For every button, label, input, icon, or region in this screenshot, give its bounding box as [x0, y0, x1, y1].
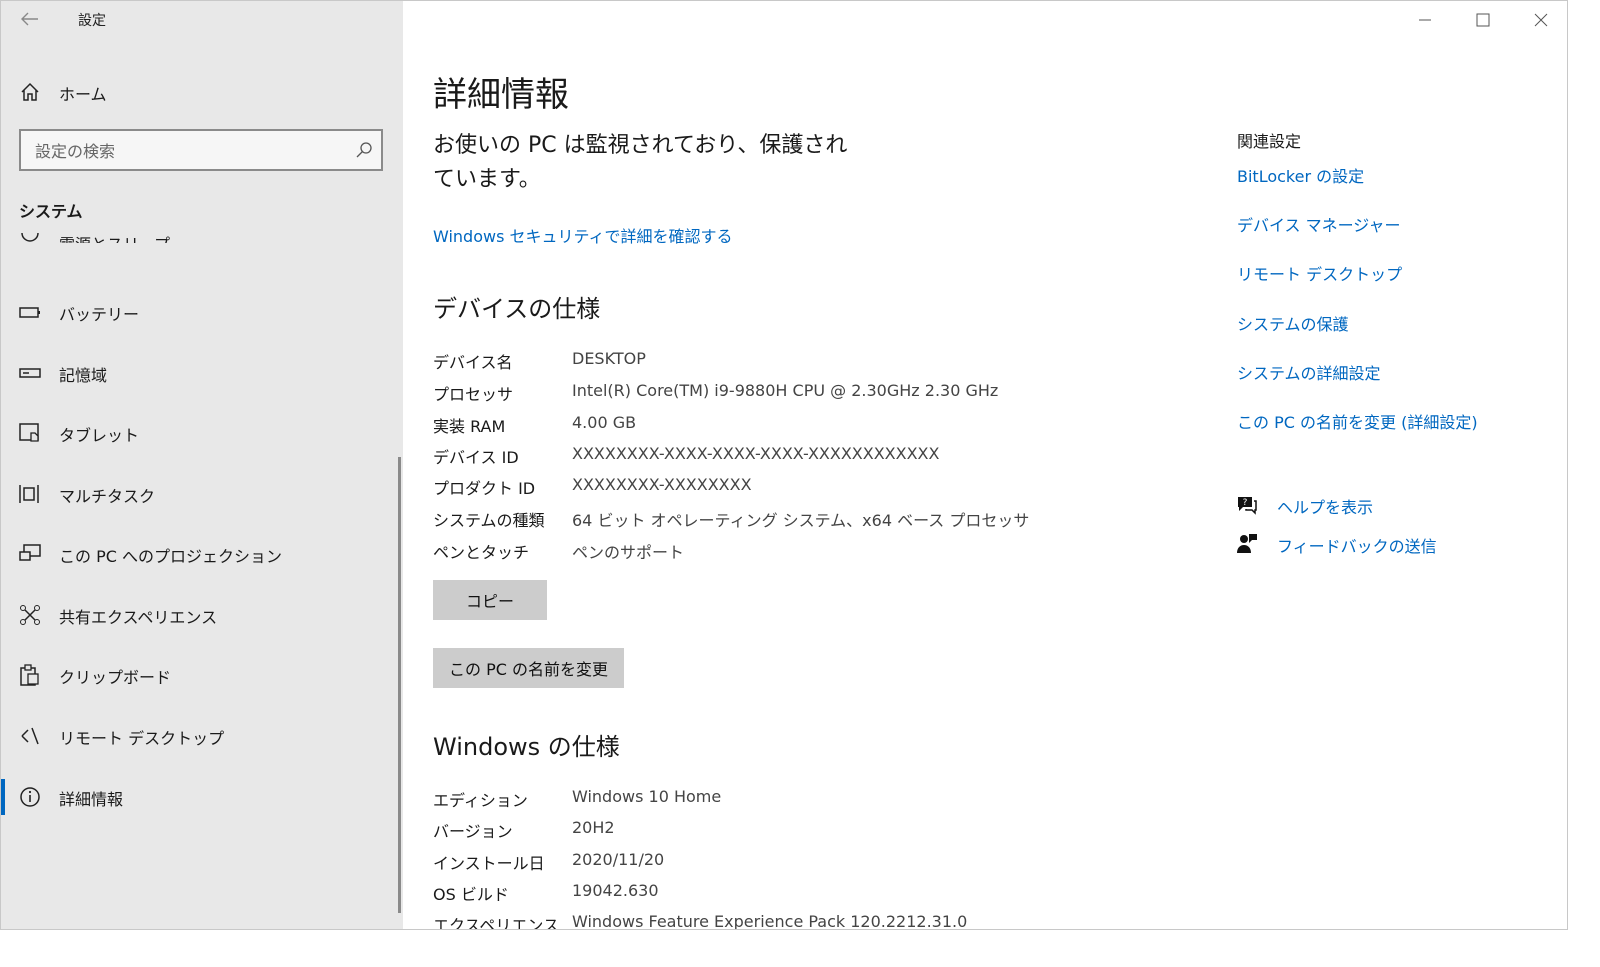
home-label: ホーム — [59, 85, 107, 104]
spec-key: システムの種類 — [433, 511, 545, 530]
storage-icon — [19, 368, 41, 378]
windows-security-link[interactable]: Windows セキュリティで詳細を確認する — [433, 223, 733, 247]
spec-key: エディション — [433, 791, 528, 810]
settings-window: 設定 ホーム システム 電源とスリープ バッテリー 記憶域 — [0, 0, 1568, 930]
protection-status-message: お使いの PC は監視されており、保護されています。 — [433, 133, 848, 192]
sidebar-item-about[interactable]: 詳細情報 — [1, 775, 397, 819]
spec-value: 19042.630 — [572, 881, 659, 900]
sidebar-item-multitask[interactable]: マルチタスク — [1, 472, 397, 516]
spec-key: 実装 RAM — [433, 417, 506, 436]
sidebar-item-remote-desktop[interactable]: リモート デスクトップ — [1, 714, 397, 758]
spec-value: 2020/11/20 — [572, 850, 665, 869]
copy-button[interactable]: コピー — [433, 580, 547, 620]
sidebar-item-battery[interactable]: バッテリー — [1, 290, 397, 334]
sidebar-item-label: クリップボード — [59, 668, 172, 687]
spec-value: Windows Feature Experience Pack 120.2212… — [572, 912, 968, 930]
rename-pc-advanced-link[interactable]: この PC の名前を変更 (詳細設定) — [1237, 409, 1478, 433]
sidebar-item-label: タブレット — [59, 426, 140, 445]
info-icon — [20, 787, 40, 807]
rename-pc-button[interactable]: この PC の名前を変更 — [433, 648, 624, 688]
sidebar-scrollbar[interactable] — [398, 457, 401, 913]
clipboard-icon — [20, 664, 39, 686]
spec-key: バージョン — [433, 822, 513, 841]
spec-key: ペンとタッチ — [433, 543, 530, 562]
spec-value: 64 ビット オペレーティング システム、x64 ベース プロセッサ — [572, 511, 1030, 530]
search-icon[interactable] — [355, 141, 373, 159]
sidebar-item-label: 記憶域 — [59, 366, 108, 385]
main-content: 詳細情報 お使いの PC は監視されており、保護されています。 Windows … — [403, 1, 1567, 930]
sidebar-item-label: マルチタスク — [59, 487, 156, 506]
power-icon — [21, 232, 39, 242]
spec-value: XXXXXXXX-XXXXXXXX — [572, 475, 752, 494]
page-title: 詳細情報 — [433, 75, 569, 115]
device-spec-header: デバイスの仕様 — [433, 295, 601, 323]
sidebar-item-label: リモート デスクトップ — [59, 729, 225, 748]
back-button[interactable] — [15, 7, 45, 31]
windows-spec-header: Windows の仕様 — [433, 733, 620, 761]
projection-icon — [19, 544, 41, 561]
remote-desktop-icon — [21, 727, 39, 745]
sidebar-item-projection[interactable]: この PC へのプロジェクション — [1, 532, 397, 576]
sidebar-item-clipboard[interactable]: クリップボード — [1, 653, 397, 697]
spec-key: OS ビルド — [433, 885, 509, 904]
shared-experience-icon — [20, 605, 40, 625]
advanced-system-settings-link[interactable]: システムの詳細設定 — [1237, 360, 1381, 384]
multitask-icon — [19, 485, 39, 503]
remote-desktop-link[interactable]: リモート デスクトップ — [1237, 261, 1402, 285]
search-input[interactable] — [33, 138, 337, 164]
sidebar-item-tablet[interactable]: タブレット — [1, 411, 397, 455]
app-title: 設定 — [78, 13, 106, 29]
sidebar-item-label: 詳細情報 — [59, 790, 124, 809]
spec-key: インストール日 — [433, 854, 545, 873]
battery-icon — [19, 307, 40, 318]
spec-key: デバイス ID — [433, 448, 519, 467]
spec-key: エクスペリエンス — [433, 916, 560, 930]
spec-value: Windows 10 Home — [572, 787, 722, 806]
spec-key: プロセッサ — [433, 385, 514, 404]
feedback-icon — [1237, 534, 1257, 553]
help-chat-icon: ? — [1238, 497, 1257, 515]
sidebar-nav-list: 電源とスリープ バッテリー 記憶域 タブレット マルチタスク この PC へのプ… — [1, 231, 397, 929]
device-manager-link[interactable]: デバイス マネージャー — [1237, 212, 1401, 236]
sidebar-item-power[interactable]: 電源とスリープ — [1, 231, 397, 275]
send-feedback-label: フィードバックの送信 — [1277, 537, 1437, 556]
spec-key: プロダクト ID — [433, 479, 536, 498]
sidebar-item-label: この PC へのプロジェクション — [59, 547, 282, 566]
spec-value: Intel(R) Core(TM) i9-9880H CPU @ 2.30GHz… — [572, 381, 999, 400]
spec-value: ペンのサポート — [572, 543, 685, 562]
bitlocker-settings-link[interactable]: BitLocker の設定 — [1237, 163, 1364, 187]
spec-key: デバイス名 — [433, 353, 513, 372]
tablet-icon — [19, 423, 39, 442]
sidebar-item-storage[interactable]: 記憶域 — [1, 351, 397, 395]
sidebar-item-label: 電源とスリープ — [59, 235, 171, 254]
related-settings-title: 関連設定 — [1237, 132, 1302, 151]
spec-value: 4.00 GB — [572, 413, 637, 432]
back-arrow-icon — [21, 12, 38, 26]
svg-text:?: ? — [1243, 498, 1248, 508]
section-title-system: システム — [19, 202, 83, 221]
search-box[interactable] — [19, 129, 383, 171]
spec-value: 20H2 — [572, 818, 615, 837]
spec-value: DESKTOP — [572, 349, 646, 368]
sidebar: 設定 ホーム システム 電源とスリープ バッテリー 記憶域 — [1, 1, 403, 929]
sidebar-item-shared-experience[interactable]: 共有エクスペリエンス — [1, 593, 397, 637]
system-protection-link[interactable]: システムの保護 — [1237, 311, 1349, 335]
home-icon — [21, 82, 39, 101]
spec-value: XXXXXXXX-XXXX-XXXX-XXXX-XXXXXXXXXXXX — [572, 444, 940, 463]
home-nav-item[interactable]: ホーム — [1, 73, 397, 111]
get-help-label: ヘルプを表示 — [1277, 498, 1374, 517]
sidebar-item-label: 共有エクスペリエンス — [59, 608, 218, 627]
sidebar-item-label: バッテリー — [59, 305, 140, 324]
